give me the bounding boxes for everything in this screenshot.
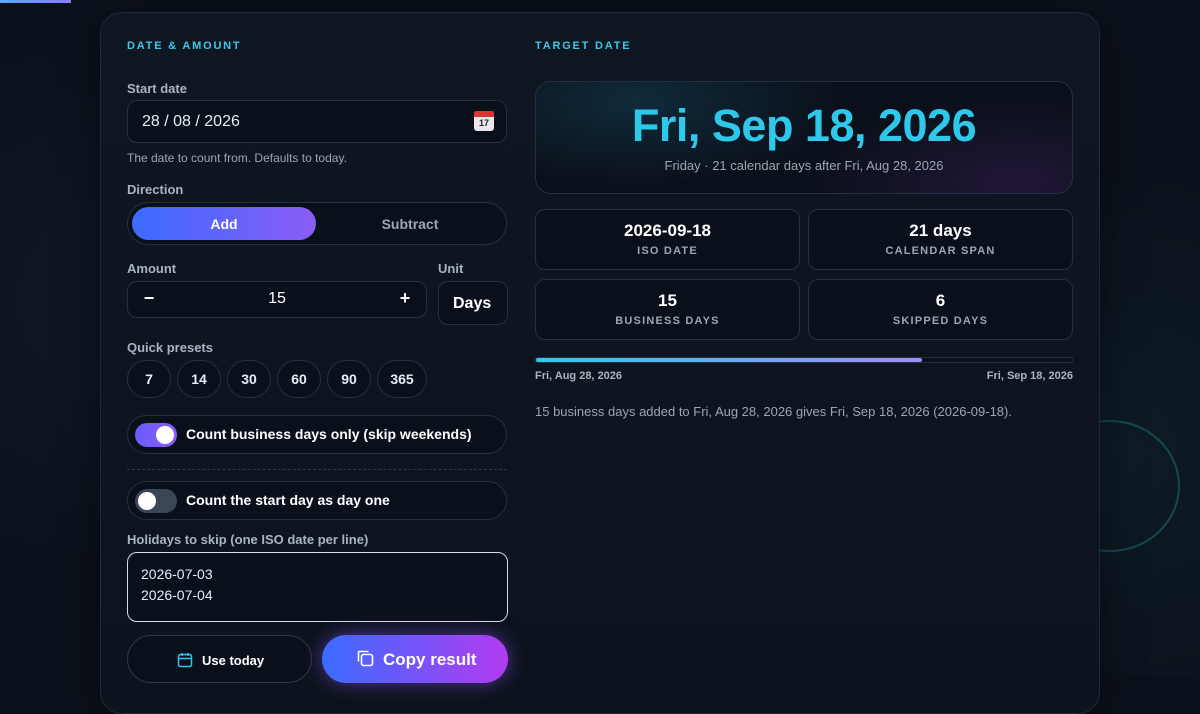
holiday-line: 2026-07-03 bbox=[141, 566, 213, 582]
use-today-button[interactable]: Use today bbox=[127, 635, 312, 683]
target-date: Fri, Sep 18, 2026 bbox=[631, 100, 977, 151]
start-date-label: Start date bbox=[127, 81, 187, 96]
direction-label: Direction bbox=[127, 182, 184, 197]
unit-value: Days bbox=[453, 295, 492, 312]
stat-key: ISO DATE bbox=[637, 245, 698, 257]
copy-result-label: Copy result bbox=[383, 650, 477, 669]
start-day-toggle-row[interactable]: Count the start day as day one bbox=[127, 481, 507, 520]
stat-skipped-days: 6 SKIPPED DAYS bbox=[808, 279, 1073, 340]
stat-value: 6 bbox=[935, 291, 946, 310]
amount-stepper: − 15 + bbox=[127, 281, 427, 318]
result-summary: 15 business days added to Fri, Aug 28, 2… bbox=[535, 404, 1012, 419]
start-day-switch[interactable] bbox=[135, 489, 177, 513]
holiday-line: 2026-07-04 bbox=[141, 587, 213, 603]
progress-start-label: Fri, Aug 28, 2026 bbox=[535, 370, 623, 382]
copy-result-button[interactable]: Copy result bbox=[322, 635, 508, 683]
progress-bar bbox=[535, 357, 1073, 363]
direction-segmented-control: Add Subtract bbox=[127, 202, 507, 245]
stat-value: 2026-09-18 bbox=[624, 221, 711, 240]
stat-key: SKIPPED DAYS bbox=[892, 315, 989, 327]
date-calculator-card: DATE & AMOUNT Start date 28 / 08 / 2026 … bbox=[100, 12, 1100, 714]
copy-icon bbox=[357, 650, 374, 667]
section-title-target-date: TARGET DATE bbox=[535, 40, 632, 52]
start-day-toggle-label: Count the start day as day one bbox=[186, 492, 390, 508]
calendar-icon-number: 17 bbox=[478, 118, 489, 128]
direction-subtract-button[interactable]: Subtract bbox=[318, 207, 502, 240]
divider bbox=[127, 469, 507, 470]
progress-fill bbox=[536, 358, 922, 362]
preset-button-30[interactable]: 30 bbox=[227, 360, 271, 398]
progress-end-label: Fri, Sep 18, 2026 bbox=[986, 370, 1073, 382]
direction-add-button[interactable]: Add bbox=[132, 207, 316, 240]
amount-input[interactable]: 15 bbox=[128, 290, 426, 308]
calendar-icon[interactable]: 17 bbox=[474, 111, 494, 131]
start-date-hint: The date to count from. Defaults to toda… bbox=[127, 151, 347, 165]
target-date-hero: Fri, Sep 18, 2026 Friday · 21 calendar d… bbox=[535, 81, 1073, 194]
stat-value: 21 days bbox=[909, 221, 972, 240]
preset-button-7[interactable]: 7 bbox=[127, 360, 171, 398]
preset-button-60[interactable]: 60 bbox=[277, 360, 321, 398]
target-date-detail: Friday · 21 calendar days after Fri, Aug… bbox=[664, 158, 944, 173]
holidays-textarea[interactable]: 2026-07-03 2026-07-04 bbox=[127, 552, 508, 622]
preset-button-90[interactable]: 90 bbox=[327, 360, 371, 398]
stat-value: 15 bbox=[658, 291, 677, 310]
stat-business-days: 15 BUSINESS DAYS bbox=[535, 279, 800, 340]
holidays-label: Holidays to skip (one ISO date per line) bbox=[127, 532, 369, 547]
start-date-value: 28 / 08 / 2026 bbox=[142, 113, 240, 130]
preset-button-14[interactable]: 14 bbox=[177, 360, 221, 398]
amount-label: Amount bbox=[127, 261, 177, 276]
section-title-date-amount: DATE & AMOUNT bbox=[127, 40, 242, 52]
preset-button-365[interactable]: 365 bbox=[377, 360, 427, 398]
calendar-outline-icon bbox=[177, 653, 193, 668]
stat-iso-date: 2026-09-18 ISO DATE bbox=[535, 209, 800, 270]
top-accent-bar bbox=[0, 0, 71, 3]
business-days-switch[interactable] bbox=[135, 423, 177, 447]
unit-select[interactable]: Days bbox=[438, 281, 508, 325]
unit-label: Unit bbox=[438, 261, 464, 276]
quick-presets-label: Quick presets bbox=[127, 340, 213, 355]
business-days-toggle-label: Count business days only (skip weekends) bbox=[186, 426, 472, 442]
stat-key: BUSINESS DAYS bbox=[615, 315, 720, 327]
stat-key: CALENDAR SPAN bbox=[885, 245, 996, 257]
increment-button[interactable]: + bbox=[390, 288, 420, 309]
start-date-input[interactable]: 28 / 08 / 2026 17 bbox=[127, 100, 507, 143]
use-today-label: Use today bbox=[202, 653, 265, 668]
business-days-toggle-row[interactable]: Count business days only (skip weekends) bbox=[127, 415, 507, 454]
stat-calendar-span: 21 days CALENDAR SPAN bbox=[808, 209, 1073, 270]
